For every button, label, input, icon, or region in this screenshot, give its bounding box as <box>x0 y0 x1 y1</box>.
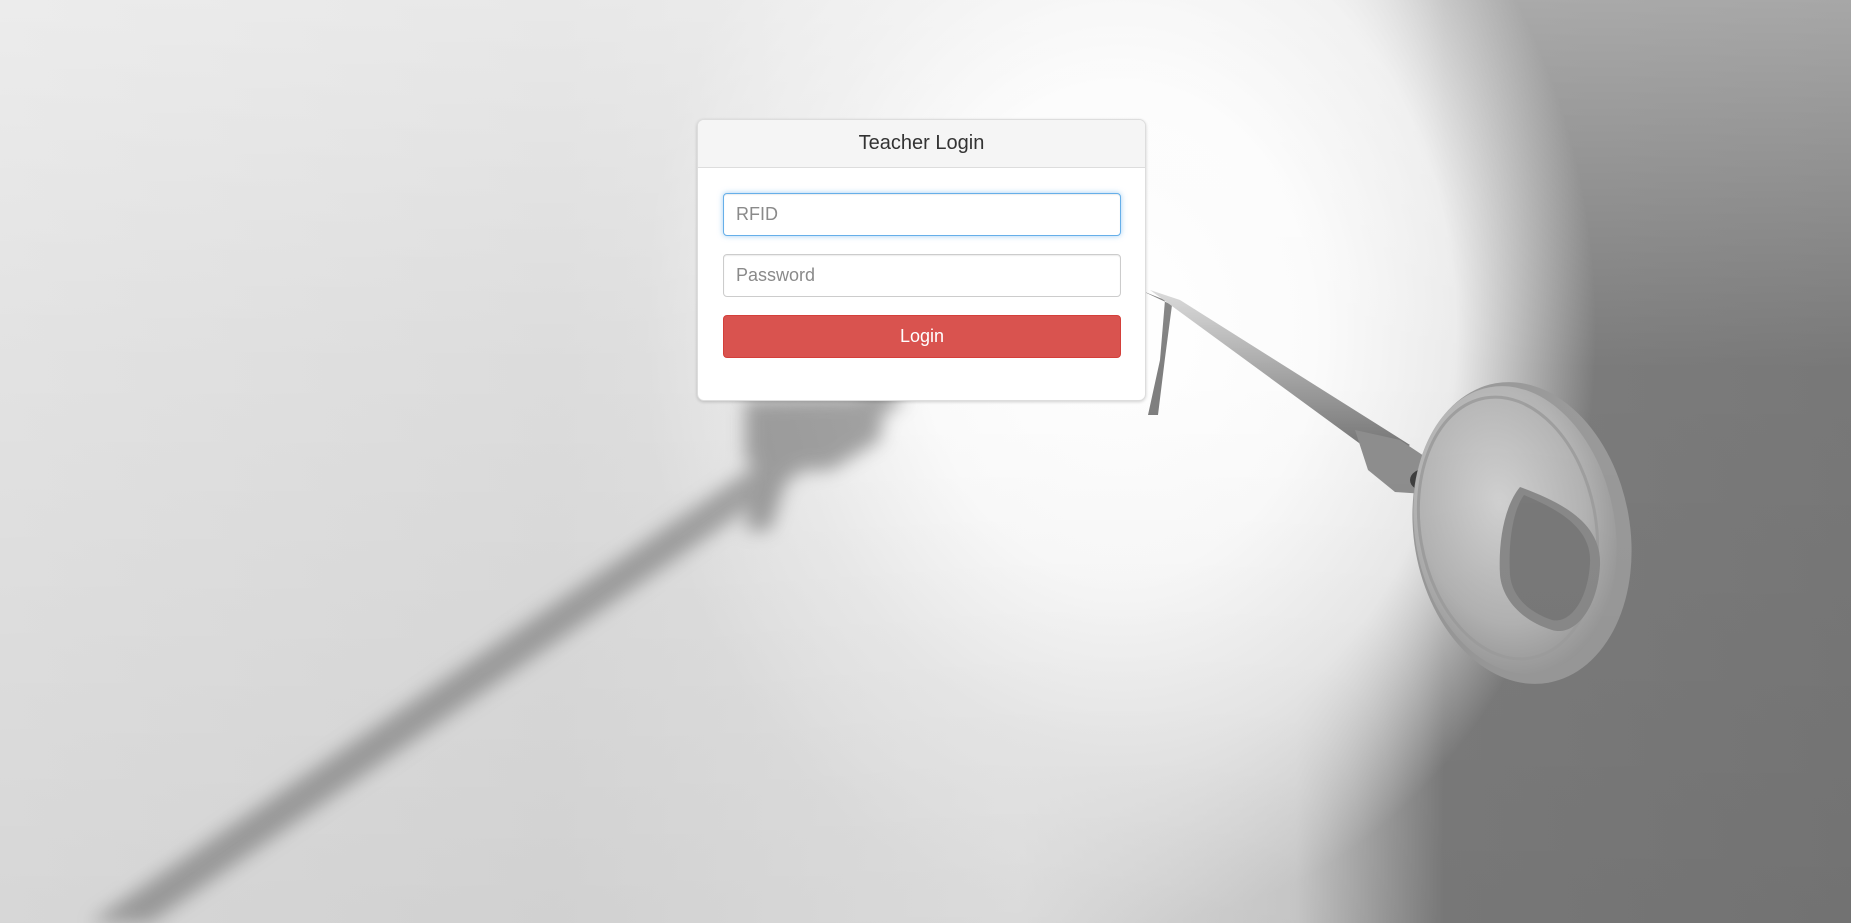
key-shaft <box>1140 290 1446 495</box>
key-bow <box>1412 382 1632 684</box>
rfid-input[interactable] <box>723 193 1121 236</box>
password-input[interactable] <box>723 254 1121 297</box>
login-title: Teacher Login <box>858 132 985 154</box>
login-button[interactable]: Login <box>723 315 1121 358</box>
login-page: Teacher Login Login <box>0 0 1851 923</box>
login-panel-heading: Teacher Login <box>698 120 1145 168</box>
login-form: Login <box>698 168 1145 358</box>
login-panel: Teacher Login Login <box>697 119 1146 401</box>
